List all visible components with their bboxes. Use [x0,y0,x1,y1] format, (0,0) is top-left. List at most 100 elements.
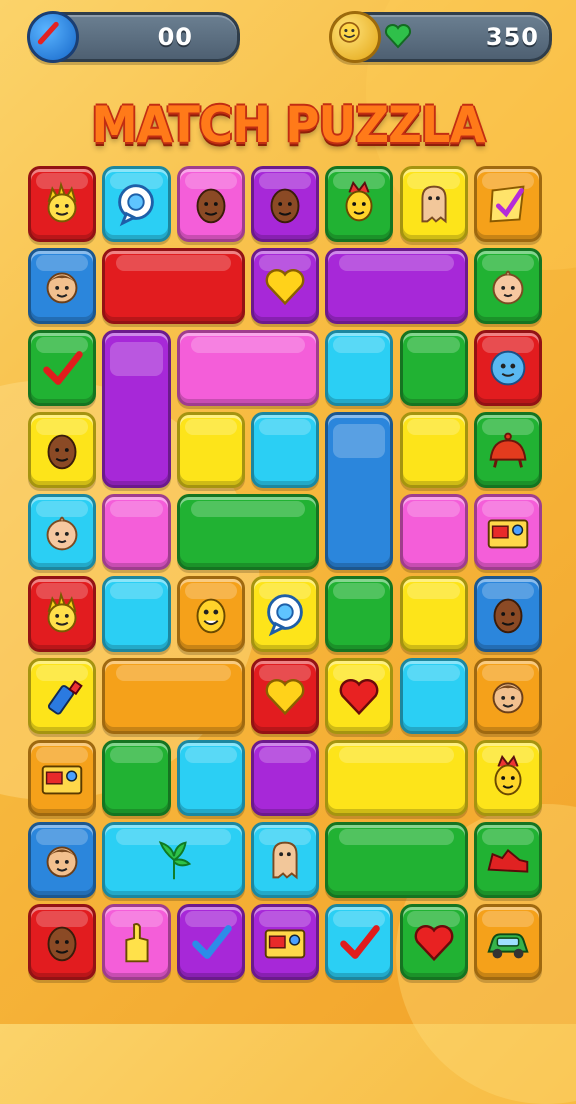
baby-face-icon [492,270,524,305]
tile-yellow[interactable] [176,412,245,488]
pencil-icon[interactable] [27,11,79,63]
leaf-icon [158,841,191,880]
tile-orange[interactable] [102,658,245,734]
puzzle-board [28,166,548,986]
spiky-face-icon [47,591,77,633]
spiky-face-icon [47,181,77,223]
tile-green-checkmark[interactable] [28,330,97,406]
tile-pink[interactable] [176,330,320,406]
tile-purple[interactable] [250,740,320,816]
tile-cyan[interactable] [325,330,394,406]
tile-orange-camera[interactable] [28,740,97,816]
red-heart-icon [339,679,379,716]
tile-yellow[interactable] [399,412,468,488]
tile-cyan-baby-face[interactable] [28,494,97,570]
score-value: 350 [485,23,539,51]
tile-red-heart[interactable] [250,658,320,734]
camera-icon [487,519,529,549]
tile-orange-boy-face[interactable] [473,658,543,734]
tile-cyan[interactable] [250,412,320,488]
tile-pink[interactable] [102,494,171,570]
tile-yellow[interactable] [325,740,468,816]
camera-icon [264,929,306,959]
tile-red-spiky-face[interactable] [28,576,97,652]
tile-purple-checkmark-blue[interactable] [176,904,245,980]
tile-cyan-checkmark[interactable] [325,904,394,980]
tile-green-leaf-face[interactable] [325,166,394,242]
score-counter: 350 [329,11,552,63]
boy-face-icon [46,272,78,304]
leaf-face-icon [494,754,522,796]
tile-green-baby-face[interactable] [473,248,543,324]
tile-yellow-bottle[interactable] [28,658,97,734]
tile-pink[interactable] [399,494,468,570]
checkmark-icon [340,925,381,959]
tile-red[interactable] [102,248,245,324]
tile-green-red-creature[interactable] [473,412,543,488]
tile-blue[interactable] [325,412,394,570]
boy-face-icon [492,682,524,714]
tile-green-red-shoe[interactable] [473,822,543,898]
tile-pink-hand[interactable] [102,904,171,980]
tile-purple[interactable] [102,330,171,488]
tile-yellow-ghost[interactable] [399,166,468,242]
tile-red-brown-face[interactable] [28,904,97,980]
tile-blue-brown-face[interactable] [473,576,543,652]
tile-green[interactable] [325,576,394,652]
tile-red-blue-blob[interactable] [473,330,543,406]
camera-icon [41,765,83,795]
brown-face-icon [47,434,77,470]
checkmark-icon [43,351,83,385]
tile-pink-brown-face[interactable] [176,166,245,242]
tile-yellow-brown-face[interactable] [28,412,97,488]
blue-blob-icon [490,350,526,386]
ghost-icon [421,185,447,224]
tile-cyan-speech-bubble[interactable] [102,166,171,242]
red-creature-icon [489,432,527,468]
tile-blue-boy-face[interactable] [28,822,97,898]
tile-green[interactable] [102,740,171,816]
tile-purple-camera[interactable] [250,904,320,980]
car-icon [487,933,529,959]
tile-yellow-red-heart[interactable] [325,658,394,734]
moves-value: 00 [157,23,193,51]
red-heart-icon [414,925,454,962]
tile-purple-brown-face[interactable] [250,166,320,242]
speech-bubble-icon [118,184,155,227]
red-shoe-icon [487,848,529,873]
heart-icon [265,679,305,716]
check-card-icon [489,185,525,223]
tile-pink-camera[interactable] [473,494,543,570]
baby-face-icon [46,516,78,551]
tile-yellow[interactable] [399,576,468,652]
tile-green[interactable] [325,822,468,898]
speech-bubble-icon [267,594,303,637]
tile-orange-check-card[interactable] [473,166,543,242]
ghost-icon [272,841,298,880]
game-title: MATCH PUZZLA [91,96,485,154]
checkmark-blue-icon [191,925,232,959]
tile-green-red-heart[interactable] [399,904,468,980]
tile-cyan[interactable] [399,658,468,734]
tile-yellow-leaf-face[interactable] [473,740,543,816]
brown-face-icon [493,598,523,634]
tile-cyan[interactable] [102,576,171,652]
tile-purple[interactable] [325,248,468,324]
tile-cyan-ghost[interactable] [250,822,320,898]
tile-cyan-leaf[interactable] [102,822,245,898]
tile-cyan[interactable] [176,740,245,816]
hand-icon [125,923,149,963]
tile-orange-yellow-face[interactable] [176,576,245,652]
bottle-icon [48,680,83,715]
tile-yellow-speech-bubble[interactable] [250,576,320,652]
smiley-coin-icon[interactable] [329,11,381,63]
tile-blue-boy-face[interactable] [28,248,97,324]
leaf-face-icon [345,180,373,222]
brown-face-icon [47,926,77,962]
tile-red-spiky-face[interactable] [28,166,97,242]
tile-green[interactable] [399,330,468,406]
brown-face-icon [270,188,300,224]
tile-green[interactable] [176,494,320,570]
tile-orange-car[interactable] [473,904,543,980]
tile-purple-heart[interactable] [250,248,320,324]
